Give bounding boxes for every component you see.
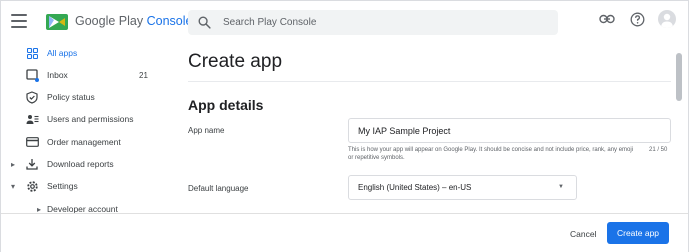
app-name-field[interactable]	[348, 118, 671, 143]
main-content: Create app App details App name This is …	[171, 41, 671, 213]
chevron-down-icon: ▼	[558, 184, 564, 190]
page-title: Create app	[188, 51, 283, 72]
sidebar-item-users-and-permissions[interactable]: Users and permissions	[1, 108, 171, 130]
sidebar-item-label: Users and permissions	[47, 114, 134, 124]
sidebar-item-settings[interactable]: ▾ Settings	[1, 175, 171, 197]
top-app-bar: Google Play Console Search Play Console	[1, 1, 688, 41]
logo-text: Google Play Console	[75, 14, 192, 28]
credit-card-icon	[25, 135, 39, 149]
expand-caret-icon[interactable]: ▸	[10, 160, 16, 169]
window-frame: Google Play Console Search Play Console	[0, 0, 689, 252]
shield-check-icon	[25, 90, 39, 104]
sidebar-item-download-reports[interactable]: ▸ Download reports	[1, 153, 171, 175]
google-play-logo-icon	[46, 14, 68, 30]
app-name-char-counter: 21 / 50	[649, 147, 668, 153]
sidebar-item-label: Download reports	[47, 159, 114, 169]
search-bar[interactable]: Search Play Console	[188, 10, 558, 35]
sidebar-item-order-management[interactable]: Order management	[1, 131, 171, 153]
sidebar-item-policy-status[interactable]: Policy status	[1, 86, 171, 108]
logo-word-google: Google Play	[75, 14, 144, 28]
default-language-value: English (United States) – en-US	[358, 183, 472, 192]
section-title: App details	[188, 97, 264, 113]
cancel-button[interactable]: Cancel	[562, 223, 604, 244]
collapse-caret-icon[interactable]: ▾	[10, 182, 16, 191]
search-input[interactable]: Search Play Console	[223, 17, 316, 28]
sidebar-item-label: Order management	[47, 137, 121, 147]
main-scrollbar[interactable]	[675, 41, 683, 213]
action-footer: Cancel Create app	[1, 213, 688, 252]
link-icon[interactable]	[598, 10, 616, 28]
download-icon	[25, 157, 39, 171]
apps-grid-icon	[25, 46, 39, 60]
logo-word-console: Console	[146, 14, 193, 28]
inbox-count-badge: 21	[139, 70, 148, 80]
sidebar-item-all-apps[interactable]: All apps	[1, 42, 171, 64]
default-language-label: Default language	[188, 184, 249, 193]
play-console-logo[interactable]: Google Play Console	[45, 11, 192, 31]
sidebar-nav: All apps Inbox 21 Policy status Users an…	[1, 41, 171, 214]
default-language-select[interactable]: English (United States) – en-US ▼	[348, 175, 577, 200]
sidebar-item-label: All apps	[47, 48, 78, 58]
sidebar-item-label: Inbox	[47, 70, 68, 80]
sidebar-item-label: Settings	[47, 181, 78, 191]
inbox-icon	[25, 68, 39, 82]
gear-icon	[25, 179, 39, 193]
top-actions	[598, 10, 676, 28]
scrollbar-thumb[interactable]	[676, 53, 682, 101]
search-icon	[198, 16, 211, 29]
help-icon[interactable]	[628, 10, 646, 28]
app-name-helper-text: This is how your app will appear on Goog…	[348, 147, 634, 161]
users-icon	[25, 112, 39, 126]
divider	[188, 81, 671, 82]
app-name-label: App name	[188, 126, 225, 135]
create-app-button[interactable]: Create app	[607, 222, 669, 244]
hamburger-menu-icon[interactable]	[11, 14, 27, 28]
account-avatar[interactable]	[658, 10, 676, 28]
sidebar-item-inbox[interactable]: Inbox 21	[1, 64, 171, 86]
sidebar-item-label: Policy status	[47, 92, 95, 102]
